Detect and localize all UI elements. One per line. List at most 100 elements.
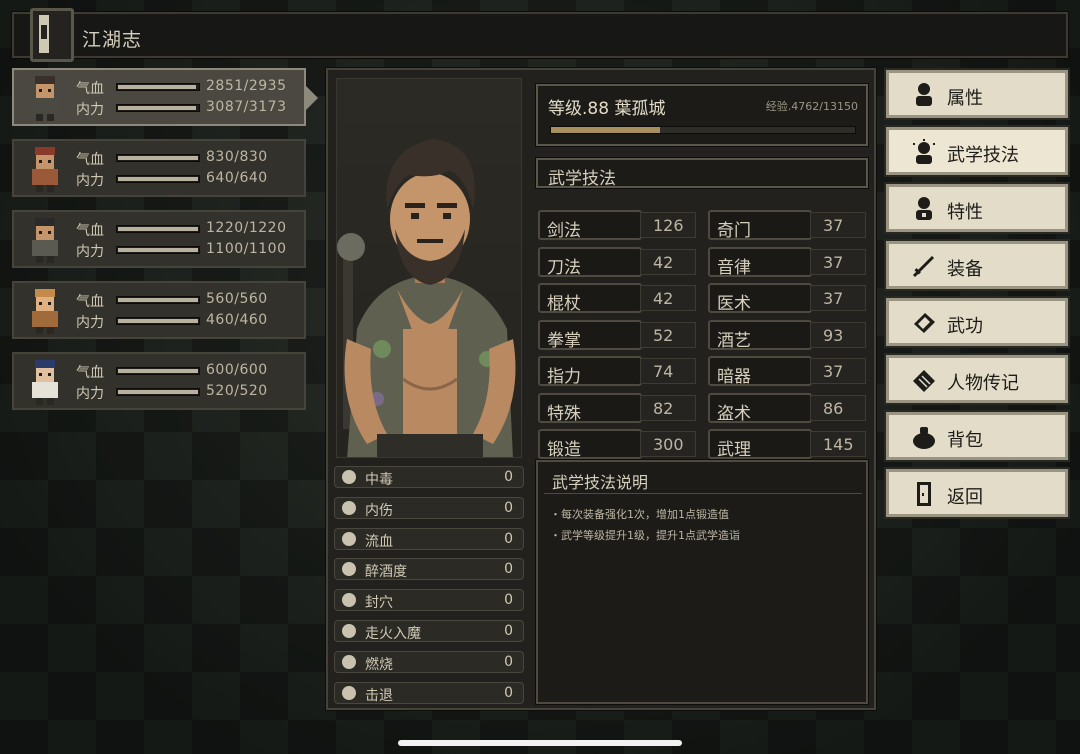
character-portrait	[336, 78, 522, 458]
menu-button[interactable]: 返回	[884, 467, 1070, 519]
hp-value: 560/560	[206, 291, 268, 307]
avatar	[24, 74, 66, 122]
menu-button[interactable]: 装备	[884, 239, 1070, 291]
mp-row: 内力 460/460	[76, 312, 302, 331]
hp-row: 气血 830/830	[76, 149, 302, 168]
skill-value: 93	[823, 325, 844, 345]
blood-drop-icon	[342, 531, 356, 546]
mp-bar-fill	[118, 319, 198, 323]
skill-name-box: 指力	[538, 356, 642, 387]
mp-value: 640/640	[206, 170, 268, 186]
skill-item[interactable]: 医术 37	[708, 283, 866, 314]
status-value: 0	[504, 684, 513, 701]
skill-name-box: 刀法	[538, 246, 642, 278]
skill-value-box: 37	[810, 285, 866, 311]
skill-value-box: 42	[640, 285, 696, 311]
avatar	[24, 287, 66, 335]
skill-value-box: 300	[640, 431, 696, 457]
skill-name: 拳掌	[547, 330, 581, 351]
party-member[interactable]: 气血 560/560 内力 460/460	[12, 281, 306, 339]
skill-item[interactable]: 武理 145	[708, 429, 866, 460]
exp-bar	[550, 126, 856, 134]
skill-name: 盗术	[717, 403, 751, 424]
menu-button[interactable]: 武学技法	[884, 125, 1070, 177]
mp-row: 内力 640/640	[76, 170, 302, 189]
menu-label: 特性	[947, 202, 983, 223]
status-value: 0	[504, 623, 513, 639]
skill-name-box: 酒艺	[708, 319, 812, 351]
broken-heart-icon	[342, 500, 356, 515]
skill-value-box: 52	[640, 321, 696, 348]
skill-name-box: 拳掌	[538, 319, 642, 351]
person-icon	[911, 82, 937, 108]
party-member[interactable]: 气血 1220/1220 内力 1100/1100	[12, 210, 306, 268]
skill-item[interactable]: 暗器 37	[708, 356, 866, 387]
level-panel: 等级.88 葉孤城 经验.4762/13150	[535, 83, 869, 147]
skill-item[interactable]: 特殊 82	[538, 392, 696, 424]
menu-button[interactable]: 人物传记	[884, 353, 1070, 405]
hp-bar	[116, 225, 200, 233]
skill-value: 52	[653, 325, 674, 345]
home-indicator[interactable]	[398, 740, 682, 746]
skill-name-box: 盗术	[708, 392, 812, 424]
skill-item[interactable]: 刀法 42	[538, 246, 696, 278]
skill-value: 145	[823, 435, 854, 454]
party-member[interactable]: 气血 830/830 内力 640/640	[12, 139, 306, 197]
hp-bar-fill	[118, 369, 198, 373]
status-row: 醉酒度 0	[334, 558, 524, 581]
book-icon	[911, 310, 937, 336]
mp-label: 内力	[76, 315, 104, 331]
skill-value: 86	[823, 398, 844, 418]
status-value: 0	[504, 469, 513, 485]
status-row: 燃烧 0	[334, 650, 524, 673]
status-label: 燃烧	[365, 656, 393, 673]
hp-row: 气血 1220/1220	[76, 220, 302, 239]
avatar	[24, 358, 66, 406]
menu-button[interactable]: 背包	[884, 410, 1070, 462]
skill-value: 37	[823, 252, 844, 272]
skill-name-box: 武理	[708, 429, 812, 460]
skill-item[interactable]: 音律 37	[708, 246, 866, 278]
hp-label: 气血	[76, 81, 104, 97]
hp-row: 气血 600/600	[76, 362, 302, 381]
status-row: 流血 0	[334, 527, 524, 550]
skill-name-box: 暗器	[708, 356, 812, 387]
description-panel: 武学技法说明 ・每次装备强化1次，增加1点锻造值 ・武学等级提升1级，提升1点武…	[535, 459, 869, 705]
bag-icon	[911, 424, 937, 450]
menu-button[interactable]: 属性	[884, 68, 1070, 120]
book-icon	[30, 8, 74, 62]
party-member[interactable]: 气血 2851/2935 内力 3087/3173	[12, 68, 318, 126]
skill-item[interactable]: 指力 74	[538, 356, 696, 387]
skill-item[interactable]: 奇门 37	[708, 210, 866, 241]
character-panel: 中毒 0 内伤 0 流血 0 醉酒度 0 封穴 0 走火入魔 0 燃烧 0 击退 0 等级.88 葉孤城 经验…	[325, 67, 877, 711]
skill-item[interactable]: 锻造 300	[538, 429, 696, 460]
menu-button[interactable]: 特性	[884, 182, 1070, 234]
skill-item[interactable]: 棍杖 42	[538, 283, 696, 314]
hp-label: 气血	[76, 152, 104, 168]
skill-item[interactable]: 酒艺 93	[708, 319, 866, 351]
mp-bar	[116, 317, 200, 325]
skill-name: 刀法	[547, 257, 581, 278]
skill-name: 酒艺	[717, 330, 751, 351]
skill-name-box: 锻造	[538, 429, 642, 460]
skill-item[interactable]: 拳掌 52	[538, 319, 696, 351]
skill-value: 37	[823, 216, 844, 235]
drunk-face-icon	[342, 562, 356, 577]
skill-item[interactable]: 盗术 86	[708, 392, 866, 424]
sword-icon	[911, 253, 937, 279]
hp-bar-fill	[118, 227, 198, 231]
skill-item[interactable]: 剑法 126	[538, 210, 696, 241]
mp-value: 520/520	[206, 383, 268, 399]
skill-name-box: 奇门	[708, 210, 812, 241]
mp-bar	[116, 388, 200, 396]
mp-bar-fill	[118, 390, 198, 394]
status-row: 内伤 0	[334, 496, 524, 519]
description-line: ・每次装备强化1次，增加1点锻造值	[550, 508, 729, 521]
skill-value-box: 145	[810, 431, 866, 457]
party-member[interactable]: 气血 600/600 内力 520/520	[12, 352, 306, 410]
skill-value-box: 93	[810, 321, 866, 348]
status-value: 0	[504, 530, 513, 547]
hp-value: 600/600	[206, 362, 268, 378]
skill-value: 37	[823, 362, 844, 381]
menu-button[interactable]: 武功	[884, 296, 1070, 348]
